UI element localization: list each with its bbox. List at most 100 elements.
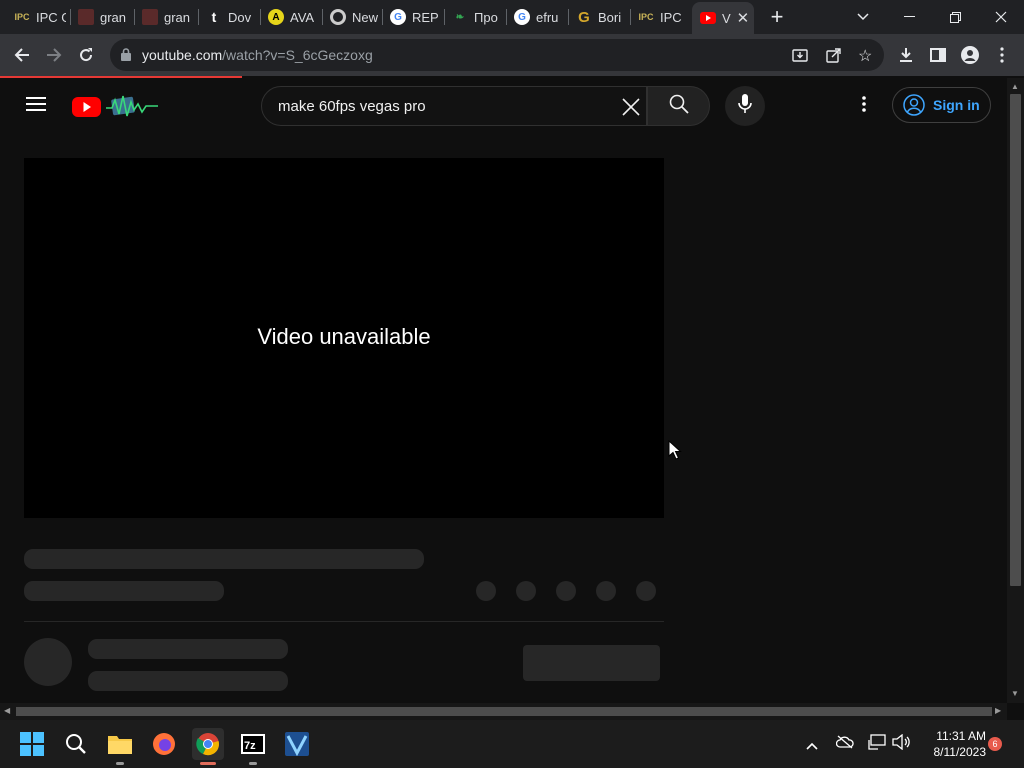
- minimize-button[interactable]: [886, 0, 932, 34]
- restore-button[interactable]: [932, 0, 978, 34]
- channel-avatar-placeholder: [24, 638, 72, 686]
- forward-button[interactable]: [40, 41, 68, 69]
- browser-tab-strip: IPC IPC G gran gran t Dov A AVA New G RE…: [0, 0, 1024, 34]
- gallery-icon: [142, 9, 158, 25]
- chrome-menu-icon[interactable]: [988, 41, 1016, 69]
- search-input[interactable]: make 60fps vegas pro: [278, 98, 426, 115]
- show-hidden-icons-chevron-icon[interactable]: [806, 737, 818, 755]
- svg-text:7z: 7z: [244, 740, 256, 752]
- address-bar[interactable]: youtube.com/watch?v=S_6cGeczoxg ☆: [110, 39, 884, 71]
- clock-time: 11:31 AM: [936, 729, 986, 743]
- browser-tab[interactable]: IPC IPC: [638, 4, 690, 30]
- browser-tab[interactable]: G Bori: [576, 4, 626, 30]
- browser-tab[interactable]: A AVA: [268, 4, 320, 30]
- tab-title: REP: [412, 9, 439, 25]
- browser-toolbar: youtube.com/watch?v=S_6cGeczoxg ☆: [0, 34, 1024, 76]
- youtube-icon: [700, 10, 716, 26]
- tab-title: Про: [474, 9, 498, 25]
- action-placeholder: [516, 581, 536, 601]
- close-tab-icon[interactable]: ✕: [737, 9, 750, 27]
- video-player[interactable]: Video unavailable: [24, 158, 664, 518]
- tab-title: gran: [164, 9, 191, 25]
- subscriber-placeholder: [88, 671, 288, 691]
- ipc-games-icon: IPC: [638, 12, 654, 22]
- tumblr-icon: t: [211, 9, 217, 25]
- scroll-down-arrow-icon[interactable]: ▼: [1011, 689, 1019, 698]
- settings-more-icon[interactable]: [862, 96, 866, 117]
- player-error-message: Video unavailable: [257, 324, 431, 349]
- 7zip-icon[interactable]: 7z: [237, 728, 269, 760]
- network-icon[interactable]: [868, 734, 886, 755]
- hamburger-menu-icon[interactable]: [26, 97, 46, 116]
- vegas-pro-icon[interactable]: [281, 728, 313, 760]
- leaf-icon: ❧: [455, 11, 465, 23]
- browser-tab[interactable]: IPC IPC G: [14, 4, 66, 30]
- google-icon: G: [514, 9, 530, 25]
- install-app-icon[interactable]: [792, 47, 808, 68]
- notification-badge[interactable]: 6: [988, 737, 1002, 751]
- lock-icon[interactable]: [121, 48, 131, 66]
- browser-tab[interactable]: gran: [78, 4, 130, 30]
- tab-title: Bori: [598, 9, 622, 25]
- volume-icon[interactable]: [892, 733, 910, 755]
- tab-title: IPC G: [36, 9, 66, 25]
- search-icon: [669, 94, 689, 119]
- horizontal-scrollbar[interactable]: ◀ ▶: [0, 703, 1007, 720]
- action-placeholder: [556, 581, 576, 601]
- close-window-button[interactable]: [978, 0, 1024, 34]
- reload-button[interactable]: [72, 41, 100, 69]
- browser-tab[interactable]: ❧ Про: [452, 4, 502, 30]
- taskbar-search-icon[interactable]: [60, 728, 92, 760]
- subscribe-button-placeholder: [523, 645, 660, 681]
- youtube-logo[interactable]: [72, 92, 160, 127]
- action-placeholder: [636, 581, 656, 601]
- action-placeholder: [596, 581, 616, 601]
- mouse-cursor-icon: [668, 439, 682, 465]
- gallery-icon: [78, 9, 94, 25]
- youtube-page: make 60fps vegas pro Sign in Video unava…: [0, 78, 1007, 703]
- vertical-scroll-thumb[interactable]: [1010, 94, 1021, 586]
- file-explorer-icon[interactable]: [104, 728, 136, 760]
- microphone-icon: [738, 93, 752, 119]
- url-path: /watch?v=S_6cGeczoxg: [222, 47, 373, 63]
- clear-search-icon[interactable]: [622, 98, 640, 121]
- chrome-taskbar-icon[interactable]: [192, 728, 224, 760]
- voice-search-button[interactable]: [725, 86, 765, 126]
- share-icon[interactable]: [826, 47, 842, 68]
- new-tab-button[interactable]: +: [754, 0, 800, 34]
- scroll-right-arrow-icon[interactable]: ▶: [995, 706, 1001, 715]
- vertical-scrollbar[interactable]: ▲ ▼: [1007, 78, 1024, 703]
- clock[interactable]: 11:31 AM 8/11/2023: [920, 728, 987, 760]
- divider: [24, 621, 664, 622]
- tab-search-chevron-icon[interactable]: [840, 0, 886, 34]
- browser-tab[interactable]: G REP: [390, 4, 440, 30]
- browser-tab-active[interactable]: V ✕: [692, 2, 754, 34]
- back-button[interactable]: [8, 41, 36, 69]
- sign-in-button[interactable]: Sign in: [892, 87, 991, 123]
- tab-title: AVA: [290, 9, 315, 25]
- scroll-left-arrow-icon[interactable]: ◀: [4, 706, 10, 715]
- windows-start-icon[interactable]: [16, 728, 48, 760]
- scroll-up-arrow-icon[interactable]: ▲: [1011, 82, 1019, 91]
- browser-tab[interactable]: G efru: [514, 4, 564, 30]
- bookmark-star-icon[interactable]: ☆: [858, 46, 872, 66]
- firefox-icon[interactable]: [148, 728, 180, 760]
- search-button[interactable]: [647, 86, 710, 126]
- browser-tab[interactable]: t Dov: [206, 4, 258, 30]
- meta-placeholder: [24, 581, 224, 601]
- browser-tab[interactable]: gran: [142, 4, 194, 30]
- profile-icon[interactable]: [956, 41, 984, 69]
- tab-title: Dov: [228, 9, 252, 25]
- downloads-icon[interactable]: [892, 41, 920, 69]
- tab-title: efru: [536, 9, 559, 25]
- url-text: youtube.com/watch?v=S_6cGeczoxg: [142, 47, 373, 63]
- horizontal-scroll-thumb[interactable]: [16, 707, 992, 716]
- g-icon: G: [578, 8, 590, 26]
- search-box[interactable]: make 60fps vegas pro: [261, 86, 647, 126]
- side-panel-icon[interactable]: [924, 41, 952, 69]
- onedrive-offline-icon[interactable]: [835, 735, 854, 754]
- ava-icon: A: [268, 9, 284, 25]
- tab-title: gran: [100, 9, 127, 25]
- google-icon: G: [390, 9, 406, 25]
- browser-tab[interactable]: New: [330, 4, 378, 30]
